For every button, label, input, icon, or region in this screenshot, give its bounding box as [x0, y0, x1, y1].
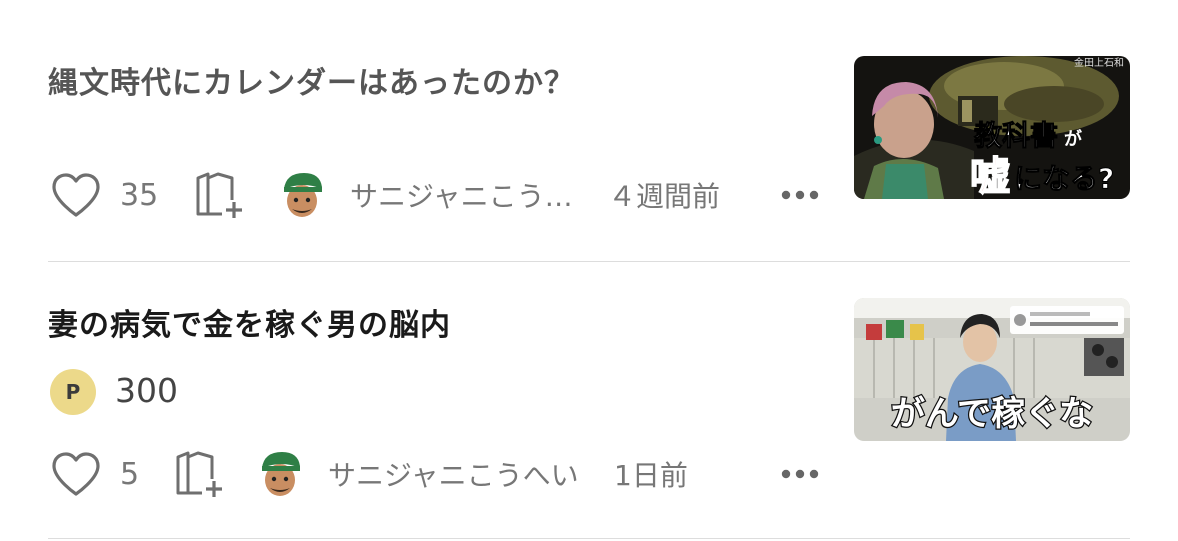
post-time: ４週間前: [608, 180, 721, 213]
thumb-line2: になる?: [1014, 162, 1114, 195]
thumb-line1-small: が: [1064, 128, 1082, 150]
author-name[interactable]: サニジャニこう…: [350, 165, 573, 225]
thumb-caption: がんで稼ぐな: [891, 394, 1093, 434]
like-count: 5: [120, 456, 140, 492]
thumb-line1: 教科書: [974, 119, 1058, 152]
more-dots-icon[interactable]: [780, 444, 820, 504]
bookmark-add-icon[interactable]: [194, 165, 248, 225]
article-thumbnail[interactable]: 金田上石和 教科書 が 嘘 になる?: [854, 56, 1130, 199]
author-avatar[interactable]: [280, 165, 324, 225]
price: 300: [115, 371, 178, 410]
article-title[interactable]: 妻の病気で金を稼ぐ男の脳内: [48, 300, 451, 344]
article-thumbnail[interactable]: がんで稼ぐな: [854, 298, 1130, 441]
author-avatar[interactable]: [258, 444, 302, 504]
heart-icon[interactable]: [50, 165, 102, 225]
author-name[interactable]: サニジャニこうへい: [328, 444, 579, 504]
thumb-line2-red: 嘘: [970, 154, 1010, 199]
divider: [48, 261, 1130, 262]
article-title[interactable]: 縄文時代にカレンダーはあったのか？: [48, 58, 575, 102]
divider: [48, 538, 1130, 539]
price-badge-icon: P: [50, 369, 96, 415]
thumb-top-label: 金田上石和: [1074, 56, 1124, 69]
like-count: 35: [120, 177, 159, 213]
bookmark-add-icon[interactable]: [174, 444, 228, 504]
post-time: 1日前: [614, 459, 688, 492]
more-dots-icon[interactable]: [780, 165, 820, 225]
heart-icon[interactable]: [50, 444, 102, 504]
